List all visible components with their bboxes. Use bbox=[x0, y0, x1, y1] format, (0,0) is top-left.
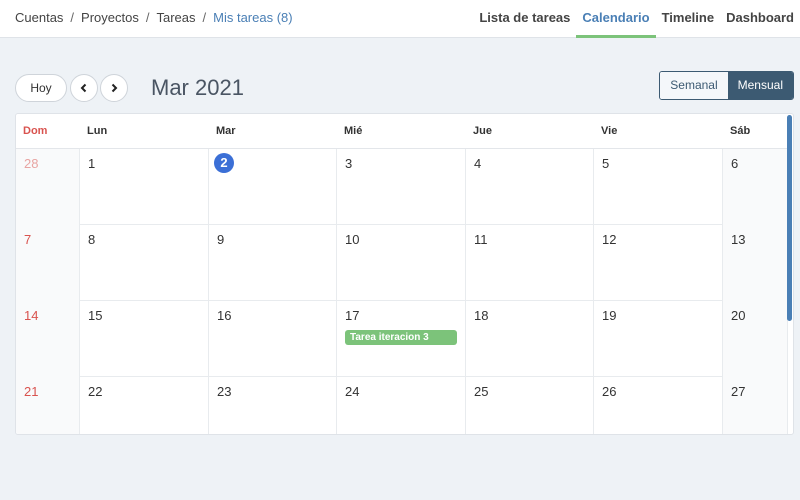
week-row: 21 22 23 24 25 26 27 bbox=[16, 377, 788, 434]
day-cell[interactable]: 23 bbox=[209, 377, 337, 434]
scrollbar[interactable] bbox=[787, 115, 792, 321]
day-cell[interactable]: 26 bbox=[594, 377, 723, 434]
day-cell[interactable]: 4 bbox=[466, 149, 594, 225]
day-number: 26 bbox=[602, 384, 617, 399]
month-calendar: Dom Lun Mar Mié Jue Vie Sáb 28 1 2 3 4 5… bbox=[15, 113, 794, 435]
day-number: 28 bbox=[24, 156, 39, 171]
weekday-label: Dom bbox=[23, 125, 48, 137]
day-cell[interactable]: 27 bbox=[723, 377, 788, 434]
view-nav: Lista de tareas Calendario Timeline Dash… bbox=[473, 0, 800, 38]
breadcrumb-item-mis-tareas[interactable]: Mis tareas (8) bbox=[213, 10, 292, 25]
day-number: 5 bbox=[602, 156, 610, 171]
weekday-label: Sáb bbox=[730, 125, 751, 137]
day-cell[interactable]: 18 bbox=[466, 301, 594, 377]
weekday-label: Mar bbox=[216, 125, 236, 137]
day-cell[interactable]: 21 bbox=[16, 377, 80, 434]
day-number: 3 bbox=[345, 156, 353, 171]
tab-dashboard[interactable]: Dashboard bbox=[720, 0, 800, 38]
day-cell[interactable]: 25 bbox=[466, 377, 594, 434]
day-number: 27 bbox=[731, 384, 746, 399]
breadcrumb-separator: / bbox=[70, 10, 75, 25]
day-cell[interactable]: 14 bbox=[16, 301, 80, 377]
day-number: 16 bbox=[217, 308, 232, 323]
top-bar: Cuentas / Proyectos / Tareas / Mis tareas (8) … bbox=[0, 0, 800, 38]
day-cell[interactable]: 9 bbox=[209, 225, 337, 301]
day-number: 15 bbox=[88, 308, 103, 323]
day-number: 13 bbox=[731, 232, 746, 247]
day-number: 4 bbox=[474, 156, 482, 171]
day-cell[interactable]: 6 bbox=[723, 149, 788, 225]
day-number: 24 bbox=[345, 384, 360, 399]
tab-lista-de-tareas[interactable]: Lista de tareas bbox=[473, 0, 576, 38]
week-row: 28 1 2 3 4 5 6 bbox=[16, 149, 788, 225]
today-button[interactable]: Hoy bbox=[15, 74, 67, 102]
chevron-right-icon bbox=[111, 83, 118, 93]
day-number: 25 bbox=[474, 384, 489, 399]
weekday-label: Vie bbox=[601, 125, 618, 137]
breadcrumb-item-tareas[interactable]: Tareas bbox=[156, 10, 195, 25]
next-month-button[interactable] bbox=[100, 74, 128, 102]
calendar-event[interactable]: Tarea iteracion 3 bbox=[345, 330, 457, 345]
view-switch: Semanal Mensual bbox=[659, 71, 794, 100]
day-cell[interactable]: 1 bbox=[80, 149, 209, 225]
tab-calendario[interactable]: Calendario bbox=[576, 0, 656, 38]
day-number: 6 bbox=[731, 156, 739, 171]
day-cell[interactable]: 11 bbox=[466, 225, 594, 301]
day-cell[interactable]: 15 bbox=[80, 301, 209, 377]
day-cell[interactable]: 28 bbox=[16, 149, 80, 225]
day-number: 10 bbox=[345, 232, 360, 247]
day-number: 19 bbox=[602, 308, 617, 323]
day-number: 22 bbox=[88, 384, 103, 399]
weekday-label: Jue bbox=[473, 125, 492, 137]
day-cell[interactable]: 12 bbox=[594, 225, 723, 301]
day-number: 23 bbox=[217, 384, 232, 399]
day-number: 18 bbox=[474, 308, 489, 323]
week-row: 7 8 9 10 11 12 13 bbox=[16, 225, 788, 301]
day-number: 1 bbox=[88, 156, 96, 171]
day-number: 12 bbox=[602, 232, 617, 247]
day-cell[interactable]: 5 bbox=[594, 149, 723, 225]
breadcrumb-separator: / bbox=[202, 10, 207, 25]
tab-timeline[interactable]: Timeline bbox=[656, 0, 721, 38]
day-cell[interactable]: 22 bbox=[80, 377, 209, 434]
today-day-number: 2 bbox=[214, 153, 234, 173]
day-cell[interactable]: 24 bbox=[337, 377, 466, 434]
day-number: 9 bbox=[217, 232, 225, 247]
week-row: 14 15 16 17 Tarea iteracion 3 18 19 20 bbox=[16, 301, 788, 377]
weekday-header: Dom Lun Mar Mié Jue Vie Sáb bbox=[16, 114, 788, 149]
weekday-label: Lun bbox=[87, 125, 108, 137]
day-cell[interactable]: 8 bbox=[80, 225, 209, 301]
day-cell[interactable]: 13 bbox=[723, 225, 788, 301]
monthly-view-button[interactable]: Mensual bbox=[727, 72, 793, 99]
weekly-view-button[interactable]: Semanal bbox=[660, 72, 728, 99]
breadcrumb: Cuentas / Proyectos / Tareas / Mis tareas (8) bbox=[15, 10, 293, 25]
day-number: 14 bbox=[24, 308, 39, 323]
day-cell[interactable]: 10 bbox=[337, 225, 466, 301]
day-cell-today[interactable]: 2 bbox=[209, 149, 337, 225]
prev-month-button[interactable] bbox=[70, 74, 98, 102]
calendar-toolbar: Hoy Mar 2021 Semanal Mensual bbox=[15, 71, 794, 104]
breadcrumb-separator: / bbox=[145, 10, 150, 25]
month-title: Mar 2021 bbox=[151, 75, 244, 100]
day-number: 21 bbox=[24, 384, 39, 399]
day-number: 17 bbox=[345, 308, 360, 323]
day-number: 20 bbox=[731, 308, 746, 323]
breadcrumb-item-cuentas[interactable]: Cuentas bbox=[15, 10, 63, 25]
day-number: 7 bbox=[24, 232, 32, 247]
day-cell[interactable]: 17 Tarea iteracion 3 bbox=[337, 301, 466, 377]
breadcrumb-item-proyectos[interactable]: Proyectos bbox=[81, 10, 139, 25]
day-cell[interactable]: 7 bbox=[16, 225, 80, 301]
day-cell[interactable]: 19 bbox=[594, 301, 723, 377]
weekday-label: Mié bbox=[344, 125, 363, 137]
day-number: 11 bbox=[474, 232, 488, 247]
day-cell[interactable]: 20 bbox=[723, 301, 788, 377]
day-number: 8 bbox=[88, 232, 96, 247]
day-cell[interactable]: 3 bbox=[337, 149, 466, 225]
day-cell[interactable]: 16 bbox=[209, 301, 337, 377]
chevron-left-icon bbox=[80, 83, 87, 93]
